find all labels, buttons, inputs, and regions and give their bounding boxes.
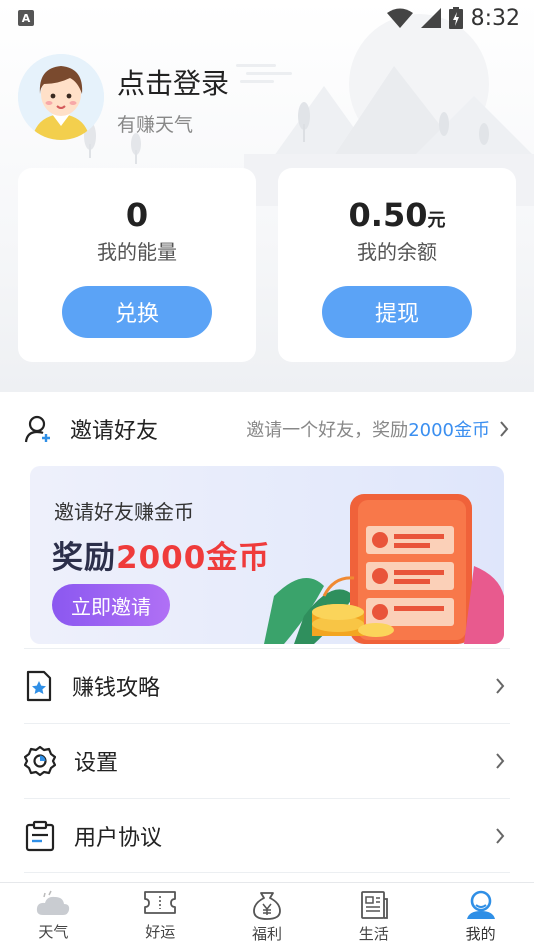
menu-label: 设置 [74, 750, 119, 776]
app-name-subtitle: 有赚天气 [117, 114, 194, 136]
notification-a-icon: A [18, 10, 34, 26]
divider [24, 872, 510, 873]
clock: 8:32 [470, 5, 520, 31]
banner-subtitle: 邀请好友赚金币 [54, 500, 194, 524]
add-user-icon [24, 415, 50, 443]
energy-value: 0 [125, 196, 149, 234]
chevron-right-icon [500, 421, 509, 437]
balance-label: 我的余额 [357, 240, 437, 264]
menu-item-user-agreement[interactable]: 用户协议 [24, 798, 510, 872]
gear-icon [24, 745, 56, 776]
clipboard-icon [25, 820, 55, 851]
balance-unit: 元 [427, 210, 446, 231]
main-section: 邀请好友 邀请一个好友，奖励2000金币 邀请好友赚金币 奖励2000金币 立即… [0, 392, 534, 882]
avatar[interactable] [18, 54, 104, 140]
withdraw-button[interactable]: 提现 [322, 286, 472, 338]
balance-value: 0.50元 [348, 196, 446, 234]
tab-life[interactable]: 生活 [320, 883, 427, 950]
balance-card: 0.50元 我的余额 提现 [278, 168, 516, 362]
invite-friend-title: 邀请好友 [70, 419, 159, 444]
phone-coins-illustration [264, 494, 504, 644]
wifi-icon [386, 8, 413, 28]
menu-item-settings[interactable]: 设置 [24, 723, 510, 797]
profile-header: 点击登录 有赚天气 0 我的能量 兑换 0.50元 我的余额 提现 [0, 0, 534, 392]
menu-item-money-guide[interactable]: 赚钱攻略 [24, 648, 510, 722]
small-tree-decoration [131, 133, 141, 164]
tab-luck[interactable]: 好运 [107, 883, 214, 950]
energy-card: 0 我的能量 兑换 [18, 168, 256, 362]
chevron-right-icon [496, 677, 505, 694]
ticket-icon [144, 891, 177, 914]
banner-title: 奖励2000金币 [52, 540, 271, 576]
status-bar: A 8:32 [0, 0, 534, 36]
tab-weather[interactable]: 天气 [0, 883, 107, 950]
bottom-tab-bar: 天气 好运 福利 生活 我的 [0, 882, 534, 950]
invite-reward-text: 邀请一个好友，奖励2000金币 [246, 420, 490, 441]
menu-label: 用户协议 [74, 825, 163, 851]
battery-charging-icon [448, 7, 463, 29]
user-icon [466, 890, 495, 919]
avatar-illustration [18, 54, 104, 140]
signal-icon [420, 8, 441, 28]
menu-label: 赚钱攻略 [72, 675, 161, 701]
tab-mine[interactable]: 我的 [427, 883, 534, 950]
chevron-right-icon [496, 827, 505, 844]
cloud-streaks-decoration [236, 64, 292, 83]
guide-star-icon [26, 670, 52, 701]
invite-now-button[interactable]: 立即邀请 [52, 584, 170, 626]
chevron-right-icon [496, 752, 505, 769]
invite-banner[interactable]: 邀请好友赚金币 奖励2000金币 立即邀请 [30, 466, 504, 644]
tab-label: 福利 [251, 925, 282, 943]
tab-label: 我的 [465, 925, 496, 943]
exchange-button[interactable]: 兑换 [62, 286, 212, 338]
invite-friend-row[interactable]: 邀请好友 邀请一个好友，奖励2000金币 [24, 406, 510, 452]
login-prompt[interactable]: 点击登录 [117, 62, 229, 102]
tab-label: 天气 [38, 923, 69, 941]
tab-label: 好运 [145, 923, 176, 941]
tab-label: 生活 [358, 925, 389, 943]
newspaper-icon [360, 891, 388, 919]
tab-welfare[interactable]: 福利 [214, 883, 321, 950]
energy-label: 我的能量 [97, 240, 177, 264]
money-bag-icon [253, 892, 281, 920]
cloud-icon [37, 890, 70, 915]
